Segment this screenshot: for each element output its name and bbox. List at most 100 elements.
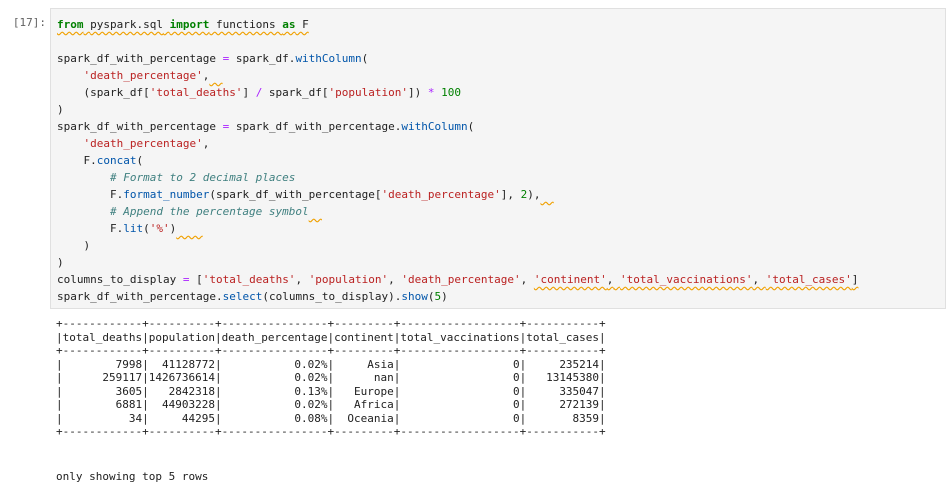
code-token: ) (57, 256, 64, 269)
code-line: from pyspark.sql import functions as F (57, 16, 858, 33)
code-token: import (169, 18, 210, 31)
code-token: # Format to 2 decimal places (109, 171, 296, 184)
output-table-line: +------------+----------+---------------… (56, 317, 606, 330)
code-token: 100 (441, 86, 462, 99)
cell-output: +------------+----------+---------------… (56, 317, 606, 439)
code-token: ) (57, 103, 64, 116)
output-table-line: | 7998| 41128772| 0.02%| Asia| 0| 235214… (56, 357, 606, 371)
code-token: from (57, 18, 84, 31)
code-token: 'total_deaths' (149, 86, 243, 99)
code-line: 'death_percentage', (57, 135, 858, 152)
code-line: spark_df_with_percentage.select(columns_… (57, 288, 858, 305)
code-token: ] (851, 273, 859, 286)
code-token: ]) (408, 86, 428, 99)
code-token: F. (57, 188, 124, 201)
code-token: ] (242, 86, 256, 99)
code-token: 'total_deaths' (202, 273, 296, 286)
code-token: ) (441, 290, 448, 303)
code-token: (spark_df[ (57, 86, 150, 99)
output-table-line: | 259117|1426736614| 0.02%| nan| 0| 1314… (56, 371, 606, 384)
code-line: spark_df_with_percentage = spark_df.with… (57, 50, 858, 67)
code-token: ( (143, 222, 150, 235)
code-token: , (752, 273, 766, 286)
output-table-line: +------------+----------+---------------… (56, 425, 606, 438)
code-token: format_number (123, 188, 210, 201)
code-token: 'total_cases' (765, 273, 852, 286)
code-token: withColumn (295, 52, 362, 65)
code-token: ), (527, 188, 541, 201)
code-token: 'death_percentage' (83, 137, 203, 150)
code-line: 'death_percentage', (57, 67, 858, 84)
code-token: ( (467, 120, 475, 133)
code-token: [ (189, 273, 203, 286)
code-line: F.lit('%') (57, 220, 858, 237)
code-token: pyspark.sql (90, 18, 163, 31)
code-token: withColumn (401, 120, 468, 133)
code-editor[interactable]: from pyspark.sql import functions as Fsp… (57, 16, 858, 305)
code-token: , (295, 273, 309, 286)
execution-count-prompt: [17]: (12, 16, 46, 29)
code-token: 'death_percentage' (83, 69, 203, 82)
code-token: F. (57, 222, 124, 235)
code-token: 'population' (308, 273, 389, 286)
code-line: # Append the percentage symbol (57, 203, 858, 220)
code-token: ( (136, 154, 144, 167)
code-line: ) (57, 101, 858, 118)
output-table-line: +------------+----------+---------------… (56, 344, 606, 357)
code-token: spark_df_with_percentage (57, 52, 223, 65)
code-token: 'total_vaccinations' (620, 273, 753, 286)
code-token: # Append the percentage symbol (109, 205, 309, 218)
code-token: concat (96, 154, 137, 167)
output-footer-text: only showing top 5 rows (56, 470, 209, 483)
code-token: spark_df[ (262, 86, 329, 99)
code-token: spark_df_with_percentage (57, 120, 223, 133)
code-line: spark_df_with_percentage = spark_df_with… (57, 118, 858, 135)
code-line: ) (57, 237, 858, 254)
code-token: 'population' (328, 86, 409, 99)
code-token: , (388, 273, 402, 286)
code-token: 'death_percentage' (381, 188, 501, 201)
code-token: 'continent' (533, 273, 607, 286)
code-token: select (222, 290, 263, 303)
code-token: F. (57, 154, 97, 167)
code-token: columns_to_display (57, 273, 183, 286)
code-token: spark_df_with_percentage. (57, 290, 223, 303)
code-token: , (606, 273, 620, 286)
code-token: ) (57, 239, 91, 252)
code-token: lit (123, 222, 144, 235)
code-token: ( (427, 290, 435, 303)
code-token: spark_df_with_percentage. (229, 120, 402, 133)
code-token: * (427, 86, 435, 99)
code-input-area[interactable]: from pyspark.sql import functions as Fsp… (50, 8, 946, 309)
code-token: functions (209, 18, 283, 31)
code-token: (columns_to_display). (262, 290, 402, 303)
code-token: F (295, 18, 309, 31)
code-line: F.concat( (57, 152, 858, 169)
code-line: ) (57, 254, 858, 271)
code-token: , (202, 137, 210, 150)
code-token: , (520, 273, 534, 286)
code-line: # Format to 2 decimal places (57, 169, 858, 186)
code-line: columns_to_display = ['total_deaths', 'p… (57, 271, 858, 288)
code-line: F.format_number(spark_df_with_percentage… (57, 186, 858, 203)
code-line: (spark_df['total_deaths'] / spark_df['po… (57, 84, 858, 101)
output-table-line: | 34| 44295| 0.08%| Oceania| 0| 8359| (56, 411, 606, 425)
code-token: '%' (149, 222, 170, 235)
notebook-cell: [17]: from pyspark.sql import functions … (0, 0, 947, 498)
output-table-line: |total_deaths|population|death_percentag… (56, 330, 606, 344)
code-token: spark_df. (229, 52, 296, 65)
code-token: as (282, 18, 296, 31)
code-token: 'death_percentage' (401, 273, 521, 286)
output-table-line: | 3605| 2842318| 0.13%| Europe| 0| 33504… (56, 384, 606, 398)
output-table-line: | 6881| 44903228| 0.02%| Africa| 0| 2721… (56, 398, 606, 411)
code-token: (spark_df_with_percentage[ (209, 188, 382, 201)
